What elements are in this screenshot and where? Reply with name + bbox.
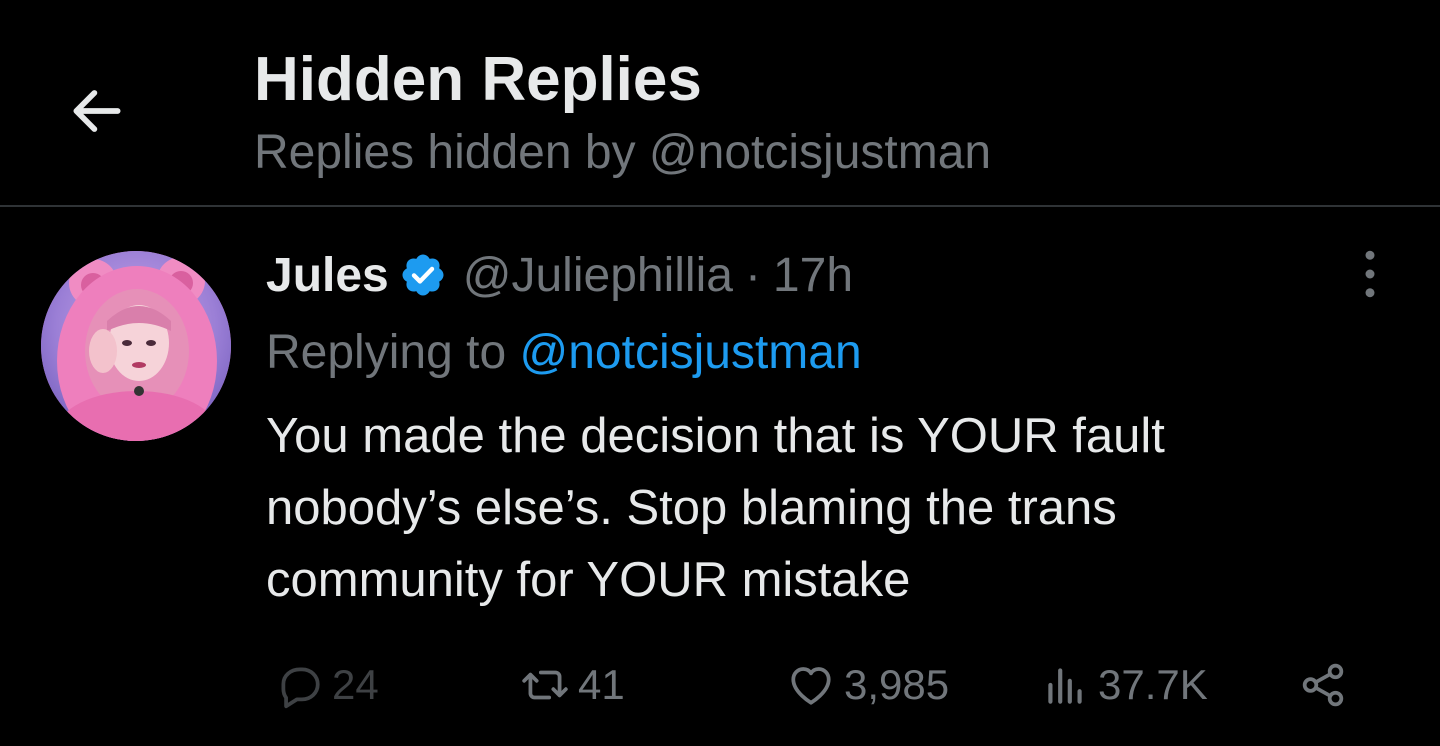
more-options-button[interactable] xyxy=(1348,246,1392,302)
separator-dot: · xyxy=(744,248,761,302)
like-button[interactable]: 3,985 xyxy=(786,652,949,718)
tweet-text-line: community for YOUR mistake xyxy=(266,553,911,607)
hidden-replies-page: Hidden Replies Replies hidden by @notcis… xyxy=(0,0,1440,746)
tweet-text: You made the decision that is YOUR fault… xyxy=(266,400,1386,616)
more-vertical-icon xyxy=(1365,250,1375,298)
back-button[interactable] xyxy=(62,76,132,146)
avatar[interactable] xyxy=(41,251,231,441)
tweet-text-line: You made the decision that is YOUR fault xyxy=(266,409,1165,463)
views-count: 37.7K xyxy=(1098,661,1208,708)
views-icon xyxy=(1048,668,1082,704)
reply-icon xyxy=(281,667,320,709)
heart-icon xyxy=(791,667,831,705)
page-subtitle: Replies hidden by @notcisjustman xyxy=(254,126,992,179)
retweet-count: 41 xyxy=(578,661,625,708)
arrow-left-icon xyxy=(73,90,121,132)
display-name[interactable]: Jules xyxy=(266,248,389,303)
tweet-text-line: nobody’s else’s. Stop blaming the trans xyxy=(266,481,1117,535)
retweet-button[interactable]: 41 xyxy=(520,652,625,718)
page-title: Hidden Replies xyxy=(254,45,702,114)
header: Hidden Replies Replies hidden by @notcis… xyxy=(0,0,1440,207)
avatar-image xyxy=(41,251,231,441)
tweet-timestamp[interactable]: 17h xyxy=(773,248,853,303)
tweet-header: Jules @Juliephillia · 17h xyxy=(266,244,853,306)
replying-to-mention[interactable]: @notcisjustman xyxy=(519,326,861,379)
share-button[interactable] xyxy=(1298,652,1348,718)
user-handle[interactable]: @Juliephillia xyxy=(463,248,733,303)
views-button[interactable]: 37.7K xyxy=(1040,652,1208,718)
replying-prefix: Replying to xyxy=(266,326,507,379)
tweet-actions: 24 41 3,985 37.7K xyxy=(0,652,1440,718)
share-icon xyxy=(1302,663,1344,707)
verified-badge-icon xyxy=(402,254,444,296)
reply-count: 24 xyxy=(332,661,379,708)
reply-button[interactable]: 24 xyxy=(274,652,379,718)
like-count: 3,985 xyxy=(844,661,950,708)
retweet-icon xyxy=(522,670,568,700)
replying-to-line: Replying to @notcisjustman xyxy=(266,320,862,386)
